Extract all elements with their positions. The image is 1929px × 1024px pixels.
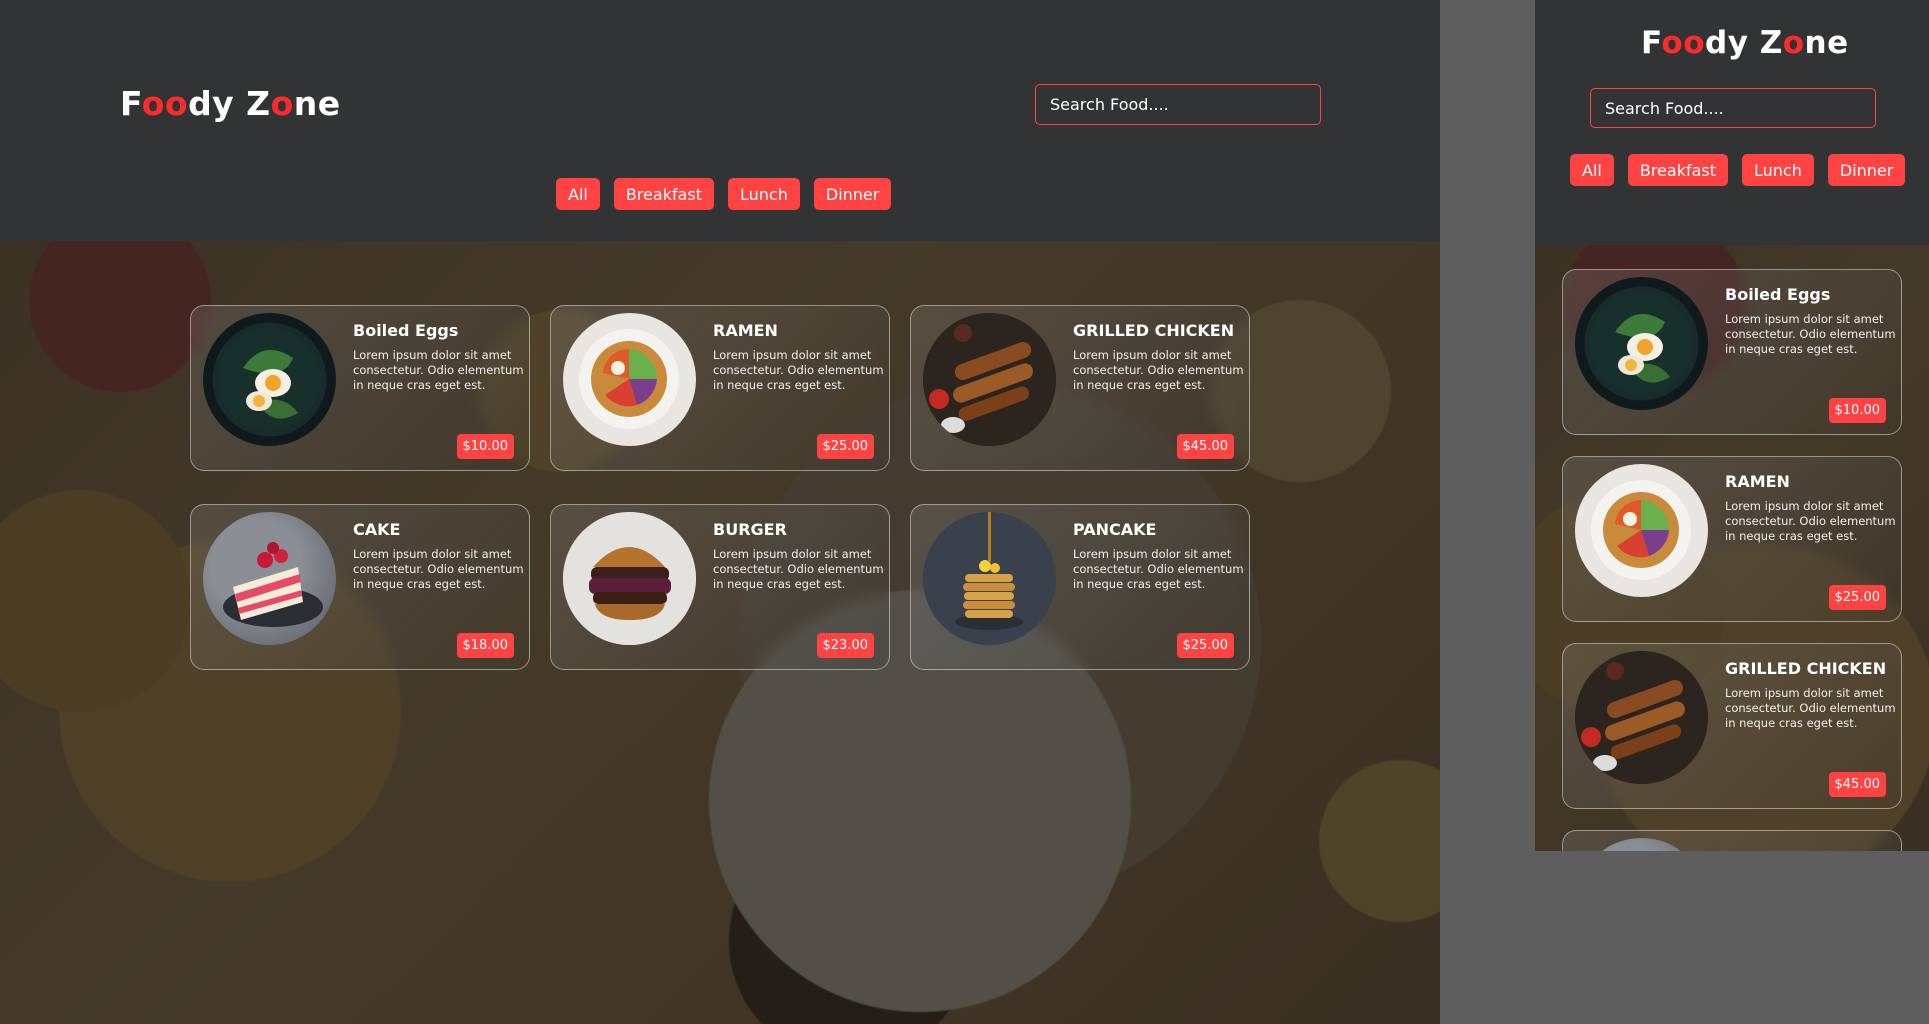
food-name: GRILLED CHICKEN xyxy=(1073,321,1235,340)
grilled-chicken-image xyxy=(923,313,1056,446)
food-card[interactable]: RAMEN Lorem ipsum dolor sit amet consect… xyxy=(550,305,890,471)
food-description: Lorem ipsum dolor sit amet consectetur. … xyxy=(1725,499,1896,543)
food-name: RAMEN xyxy=(1725,472,1790,491)
food-card[interactable]: Boiled Eggs Lorem ipsum dolor sit amet c… xyxy=(1562,269,1902,435)
price-button[interactable]: $23.00 xyxy=(816,633,874,658)
boiled-eggs-image xyxy=(1575,277,1708,410)
grilled-chicken-image xyxy=(1575,651,1708,784)
food-card[interactable]: Boiled Eggs Lorem ipsum dolor sit amet c… xyxy=(190,305,530,471)
food-description: Lorem ipsum dolor sit amet consectetur. … xyxy=(1073,348,1244,392)
food-name: PANCAKE xyxy=(1073,520,1157,539)
mobile-header: Foody Zone All Breakfast Lunch Dinner xyxy=(1535,0,1929,245)
cake-image xyxy=(203,512,336,645)
food-name: GRILLED CHICKEN xyxy=(1725,659,1887,678)
food-card[interactable]: GRILLED CHICKEN Lorem ipsum dolor sit am… xyxy=(1562,643,1902,809)
price-button[interactable]: $45.00 xyxy=(1828,772,1886,797)
price-button[interactable]: $18.00 xyxy=(456,633,514,658)
filter-all-button[interactable]: All xyxy=(556,178,600,210)
food-description: Lorem ipsum dolor sit amet consectetur. … xyxy=(713,547,884,591)
burger-image xyxy=(563,512,696,645)
search-input[interactable] xyxy=(1590,88,1876,128)
price-button[interactable]: $25.00 xyxy=(1828,585,1886,610)
filter-breakfast-button[interactable]: Breakfast xyxy=(613,178,715,210)
filter-dinner-button[interactable]: Dinner xyxy=(1827,154,1906,186)
food-card[interactable] xyxy=(1562,830,1902,851)
cake-image xyxy=(1575,838,1708,851)
food-section: Boiled Eggs Lorem ipsum dolor sit amet c… xyxy=(1535,245,1929,851)
food-card[interactable]: BURGER Lorem ipsum dolor sit amet consec… xyxy=(550,504,890,670)
price-button[interactable]: $10.00 xyxy=(1828,398,1886,423)
food-card[interactable]: CAKE Lorem ipsum dolor sit amet consecte… xyxy=(190,504,530,670)
food-card[interactable]: PANCAKE Lorem ipsum dolor sit amet conse… xyxy=(910,504,1250,670)
pancake-image xyxy=(923,512,1056,645)
boiled-eggs-image xyxy=(203,313,336,446)
food-description: Lorem ipsum dolor sit amet consectetur. … xyxy=(1725,312,1896,356)
food-description: Lorem ipsum dolor sit amet consectetur. … xyxy=(713,348,884,392)
price-button[interactable]: $10.00 xyxy=(456,434,514,459)
food-name: CAKE xyxy=(353,520,401,539)
header: Foody Zone All Breakfast Lunch Dinner xyxy=(0,0,1440,241)
food-description: Lorem ipsum dolor sit amet consectetur. … xyxy=(1725,686,1896,730)
food-list: Boiled Eggs Lorem ipsum dolor sit amet c… xyxy=(1562,269,1902,851)
food-description: Lorem ipsum dolor sit amet consectetur. … xyxy=(353,348,524,392)
filter-lunch-button[interactable]: Lunch xyxy=(1742,154,1814,186)
food-card[interactable]: RAMEN Lorem ipsum dolor sit amet consect… xyxy=(1562,456,1902,622)
food-section: Boiled Eggs Lorem ipsum dolor sit amet c… xyxy=(0,241,1440,1024)
filter-breakfast-button[interactable]: Breakfast xyxy=(1627,154,1729,186)
food-description: Lorem ipsum dolor sit amet consectetur. … xyxy=(1073,547,1244,591)
ramen-image xyxy=(1575,464,1708,597)
ramen-image xyxy=(563,313,696,446)
search-input[interactable] xyxy=(1035,84,1321,125)
brand-logo[interactable]: Foody Zone xyxy=(120,84,341,123)
food-card[interactable]: GRILLED CHICKEN Lorem ipsum dolor sit am… xyxy=(910,305,1250,471)
food-description: Lorem ipsum dolor sit amet consectetur. … xyxy=(353,547,524,591)
price-button[interactable]: $25.00 xyxy=(816,434,874,459)
filter-all-button[interactable]: All xyxy=(1570,154,1614,186)
filter-dinner-button[interactable]: Dinner xyxy=(813,178,892,210)
food-name: Boiled Eggs xyxy=(1725,285,1831,304)
food-name: Boiled Eggs xyxy=(353,321,459,340)
food-name: BURGER xyxy=(713,520,787,539)
price-button[interactable]: $25.00 xyxy=(1176,633,1234,658)
filter-bar: All Breakfast Lunch Dinner xyxy=(556,178,892,210)
filter-bar: All Breakfast Lunch Dinner xyxy=(1570,154,1906,186)
desktop-view: Foody Zone All Breakfast Lunch Dinner xyxy=(0,0,1440,1024)
brand-logo[interactable]: Foody Zone xyxy=(1641,25,1849,61)
mobile-view: Foody Zone All Breakfast Lunch Dinner xyxy=(1535,0,1929,851)
food-grid: Boiled Eggs Lorem ipsum dolor sit amet c… xyxy=(190,305,1250,670)
food-name: RAMEN xyxy=(713,321,778,340)
price-button[interactable]: $45.00 xyxy=(1176,434,1234,459)
filter-lunch-button[interactable]: Lunch xyxy=(728,178,800,210)
